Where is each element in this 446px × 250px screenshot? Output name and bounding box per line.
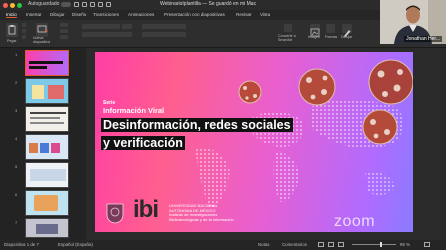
thumb-number: 5: [15, 164, 18, 169]
status-bar: Diapositiva 1 de 7 Español (España) Nota…: [0, 240, 446, 250]
tab-transiciones[interactable]: Transiciones: [93, 12, 119, 17]
virus-icon: [368, 59, 413, 105]
minimize-window-button[interactable]: [10, 3, 15, 8]
autosave-toggle[interactable]: Autoguardado: [28, 1, 72, 7]
paste-label: Pegar: [7, 39, 17, 43]
window-title: WebinarioIplantilla — Se guardó en mi Ma…: [160, 1, 257, 7]
sorter-view-icon[interactable]: [328, 242, 334, 247]
font-size-select[interactable]: [122, 24, 132, 29]
reset-button[interactable]: [60, 29, 68, 33]
thumb-number: 7: [15, 220, 18, 225]
home-icon[interactable]: [74, 2, 79, 7]
normal-view-icon[interactable]: [318, 242, 324, 247]
org-line-4: Bibliotecológicas y de la Información: [169, 216, 234, 222]
redo-icon[interactable]: [98, 2, 103, 7]
virus-icon: [362, 109, 398, 145]
shapes-label: Formas: [325, 35, 338, 39]
slide-thumbnail-2[interactable]: [25, 78, 69, 104]
paragraph-list-buttons[interactable]: [142, 24, 186, 29]
new-slide-icon: [37, 25, 48, 33]
organization-text: UNIVERSIDAD NACIONAL AUTÓNOMA DE MÉXICO …: [169, 203, 234, 222]
section-button[interactable]: [60, 35, 68, 39]
slide-title-line-2: y verificación: [101, 136, 185, 150]
thumb-number: 3: [15, 108, 18, 113]
undo-icon[interactable]: [90, 2, 95, 7]
new-slide-label: Nueva diapositiva: [33, 36, 50, 44]
thumb-number: 1: [15, 52, 18, 57]
paragraph-align-buttons[interactable]: [142, 32, 186, 37]
zoom-watermark: zoom: [334, 213, 376, 230]
virus-icon: [298, 68, 336, 106]
clipboard-icon: [8, 25, 16, 35]
copy-icon[interactable]: [22, 29, 26, 33]
slide-thumbnail-6[interactable]: [25, 190, 69, 216]
image-label: Imagen: [308, 35, 320, 39]
ibi-logo: ibi: [133, 196, 159, 223]
tab-revisar[interactable]: Revisar: [236, 12, 252, 17]
thumb-number: 6: [15, 192, 18, 197]
autosave-label: Autoguardado: [28, 1, 60, 7]
series-name: Información Viral: [103, 106, 165, 115]
slide-thumbnail-5[interactable]: [25, 162, 69, 188]
cut-icon[interactable]: [22, 23, 26, 27]
participant-name: Jonathan Her...: [404, 36, 442, 42]
toggle-icon: [61, 1, 72, 7]
close-window-button[interactable]: [3, 3, 8, 8]
new-slide-button[interactable]: [36, 23, 48, 37]
save-icon[interactable]: [82, 2, 87, 7]
slide-count: Diapositiva 1 de 7: [4, 242, 39, 247]
font-family-select[interactable]: [82, 24, 120, 29]
unam-crest-logo: [106, 203, 124, 224]
notes-button[interactable]: Notas: [258, 242, 269, 247]
thumb-number: 2: [15, 80, 18, 85]
more-icon[interactable]: [106, 2, 111, 7]
zoom-slider[interactable]: [352, 244, 396, 245]
slide-thumbnail-3[interactable]: [25, 106, 69, 132]
reading-view-icon[interactable]: [338, 242, 344, 247]
format-painter-icon[interactable]: [22, 35, 26, 39]
slide-thumbnail-4[interactable]: [25, 134, 69, 160]
tab-insertar[interactable]: Insertar: [26, 12, 42, 17]
layout-button[interactable]: [60, 23, 68, 27]
zoom-level: 95 %: [400, 242, 411, 247]
thumb-number: 4: [15, 136, 18, 141]
tab-vista[interactable]: Vista: [260, 12, 270, 17]
image-button[interactable]: [310, 24, 320, 37]
tab-animaciones[interactable]: Animaciones: [128, 12, 154, 17]
convert-smartart-button[interactable]: [284, 24, 292, 32]
shapes-button[interactable]: [326, 24, 335, 33]
paste-button[interactable]: [6, 23, 18, 37]
tab-diseno[interactable]: Diseño: [72, 12, 86, 17]
draw-button[interactable]: [342, 24, 352, 37]
zoom-slider-thumb[interactable]: [380, 242, 382, 247]
tab-inicio[interactable]: Inicio: [6, 12, 17, 18]
comments-button[interactable]: Comentarios: [282, 242, 307, 247]
slide-title-line-1: Desinformación, redes sociales: [101, 118, 293, 132]
slide-thumbnail-1[interactable]: [25, 50, 69, 76]
convert-label: Convertir a SmartArt: [278, 34, 296, 42]
participant-name-tag: Jonathan Her...: [380, 34, 446, 44]
fit-to-window-icon[interactable]: [424, 242, 430, 247]
language-indicator[interactable]: Español (España): [58, 242, 93, 247]
maximize-window-button[interactable]: [17, 3, 22, 8]
virus-icon: [238, 80, 262, 104]
tab-presentacion[interactable]: Presentación con diapositivas: [164, 12, 225, 17]
tab-dibujar[interactable]: Dibujar: [50, 12, 65, 17]
slide-canvas[interactable]: Serie Información Viral Desinformación, …: [95, 52, 413, 232]
draw-label: Dibujar: [341, 35, 353, 39]
font-format-buttons[interactable]: [82, 32, 132, 37]
slide-thumbnail-7[interactable]: [25, 218, 69, 238]
